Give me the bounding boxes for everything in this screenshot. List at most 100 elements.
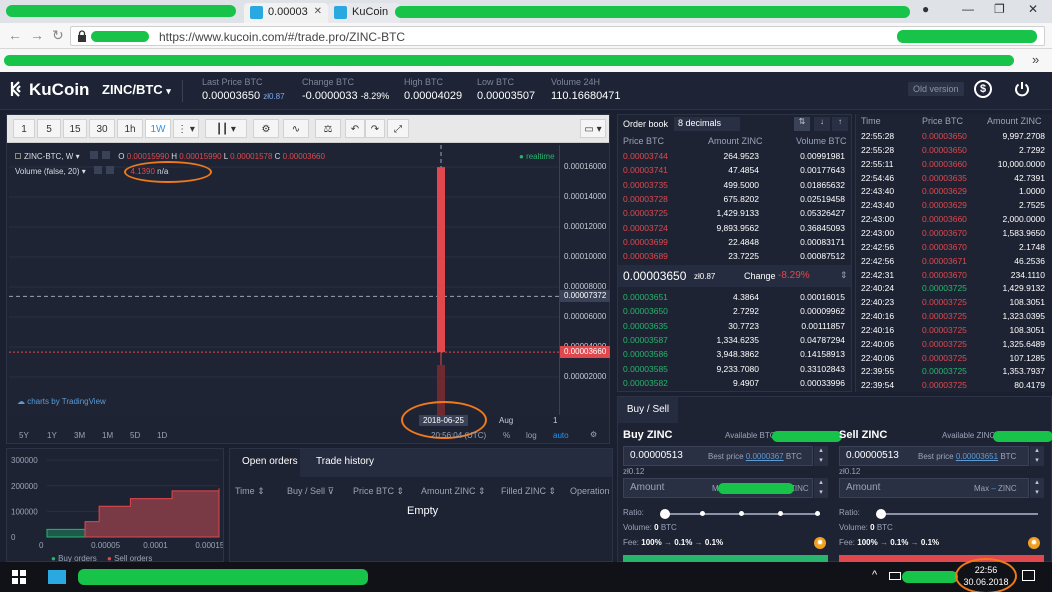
col-filled[interactable]: Filled ZINC ⇕	[501, 486, 556, 497]
fullscreen-icon[interactable]: ⤢	[387, 119, 409, 138]
range-1m[interactable]: 1M	[102, 431, 113, 440]
address-bar[interactable]: https://www.kucoin.com/#/trade.pro/ZINC-…	[70, 26, 1045, 46]
ask-row[interactable]: 0.00003741 47.4854 0.00177643	[618, 163, 851, 177]
col-price[interactable]: Price BTC ⇕	[353, 486, 404, 497]
bookmarks-overflow-icon[interactable]: »	[1032, 52, 1039, 67]
sell-amount-stepper[interactable]: ▴ ▾	[1030, 478, 1044, 498]
discount-badge-icon[interactable]: ✹	[1028, 537, 1040, 549]
col-time[interactable]: Time ⇕	[235, 486, 265, 497]
eye-icon[interactable]	[89, 151, 98, 159]
auto-toggle[interactable]: auto	[553, 431, 569, 440]
notification-icon[interactable]	[1022, 570, 1035, 581]
close-window-icon[interactable]: ✕	[1028, 2, 1038, 16]
sell-ratio-slider[interactable]	[876, 509, 1038, 519]
sell-price-input[interactable]: 0.00000513 Best price 0.00003651 BTC	[839, 446, 1029, 466]
settings-icon[interactable]	[106, 166, 115, 174]
back-icon[interactable]: ←	[8, 27, 22, 43]
bid-row[interactable]: 0.00003635 30.7723 0.00111857	[618, 319, 851, 333]
ask-row[interactable]: 0.00003735 499.5000 0.01865632	[618, 178, 851, 192]
slider-stop[interactable]	[778, 511, 783, 516]
percent-toggle[interactable]: %	[503, 431, 510, 440]
sell-max-link[interactable]: Max	[974, 484, 989, 493]
old-version-button[interactable]: Old version	[908, 82, 964, 96]
slider-stop[interactable]	[700, 511, 705, 516]
tradingview-credit[interactable]: ☁ charts by TradingView	[17, 397, 106, 406]
slider-handle[interactable]	[660, 509, 670, 519]
slider-handle[interactable]	[876, 509, 886, 519]
sell-price-stepper[interactable]: ▴ ▾	[1030, 446, 1044, 466]
browser-tab-kucoin[interactable]: KuCoin	[328, 3, 400, 23]
buy-ratio-slider[interactable]	[660, 509, 820, 519]
ask-row[interactable]: 0.00003744 264.9523 0.00991981	[618, 149, 851, 163]
close-icon[interactable]: ✕	[314, 6, 322, 17]
ask-row[interactable]: 0.00003728 675.8202 0.02519458	[618, 192, 851, 206]
interval-1[interactable]: 1	[13, 119, 35, 138]
buy-price-stepper[interactable]: ▴ ▾	[814, 446, 828, 466]
forward-icon[interactable]: →	[30, 27, 44, 43]
sell-amount-input[interactable]: Amount Max – ZINC	[839, 478, 1029, 498]
col-amount[interactable]: Amount ZINC ⇕	[421, 486, 486, 497]
view-asks-icon[interactable]: ↑	[832, 117, 848, 131]
ask-row[interactable]: 0.00003699 22.4848 0.00083171	[618, 235, 851, 249]
tab-open-orders[interactable]: Open orders	[242, 456, 298, 467]
collapse-icon[interactable]	[15, 153, 21, 159]
minimize-icon[interactable]: —	[962, 2, 974, 16]
gear-icon[interactable]: ⚙	[590, 430, 597, 439]
pair-selector[interactable]: ZINC/BTC ▾	[102, 82, 171, 97]
bid-row[interactable]: 0.00003587 1,334.6235 0.04787294	[618, 333, 851, 347]
discount-badge-icon[interactable]: ✹	[814, 537, 826, 549]
indicators-icon[interactable]: ∿	[283, 119, 309, 138]
interval-5[interactable]: 5	[37, 119, 61, 138]
sell-best-price[interactable]: 0.00003651	[956, 452, 998, 461]
tab-trade-history[interactable]: Trade history	[316, 456, 374, 467]
settings-gear-icon[interactable]: ⚙	[253, 119, 279, 138]
compare-icon[interactable]: ⚖	[315, 119, 341, 138]
range-1y[interactable]: 1Y	[47, 431, 57, 440]
candle-style-icon[interactable]: ┃┃ ▾	[205, 119, 247, 138]
dollar-icon[interactable]: $	[974, 80, 992, 98]
battery-icon[interactable]	[889, 572, 901, 580]
bid-row[interactable]: 0.00003586 3,948.3862 0.14158913	[618, 347, 851, 361]
redo-icon[interactable]: ↷	[365, 119, 385, 138]
log-toggle[interactable]: log	[526, 431, 537, 440]
buy-best-price[interactable]: 0.0000367	[746, 452, 784, 461]
ask-row[interactable]: 0.00003724 9,893.9562 0.36845093	[618, 221, 851, 235]
decimals-select[interactable]: 8 decimals	[674, 117, 740, 131]
bid-row[interactable]: 0.00003651 4.3864 0.00016015	[618, 290, 851, 304]
tab-buy-sell[interactable]: Buy / Sell	[618, 397, 678, 423]
bid-row[interactable]: 0.00003585 9,233.7080 0.33102843	[618, 362, 851, 376]
range-1d[interactable]: 1D	[157, 431, 167, 440]
interval-15[interactable]: 15	[63, 119, 87, 138]
buy-price-input[interactable]: 0.00000513 Best price 0.0000367 BTC	[623, 446, 813, 466]
time-axis[interactable]: 2018-06-25 Aug 1	[9, 401, 609, 439]
ask-row[interactable]: 0.00003725 1,429.9133 0.05326427	[618, 206, 851, 220]
settings-icon[interactable]	[102, 151, 111, 159]
price-axis[interactable]: 0.00016000 0.00014000 0.00012000 0.00010000…	[559, 145, 610, 415]
maximize-icon[interactable]: ❐	[994, 2, 1005, 16]
chart-plot-area[interactable]: ZINC-BTC, W ▾ O 0.00015990 H 0.00015990 …	[9, 145, 559, 415]
interval-1w[interactable]: 1W	[145, 119, 171, 138]
bid-row[interactable]: 0.00003582 9.4907 0.00033996	[618, 376, 851, 390]
power-icon[interactable]	[1013, 80, 1031, 98]
more-intervals-icon[interactable]: ⋮ ▾	[173, 119, 199, 138]
interval-30[interactable]: 30	[89, 119, 115, 138]
view-bids-icon[interactable]: ↓	[814, 117, 830, 131]
layout-icon[interactable]: ▭ ▾	[580, 119, 606, 138]
undo-icon[interactable]: ↶	[345, 119, 365, 138]
bid-row[interactable]: 0.00003650 2.7292 0.00009962	[618, 304, 851, 318]
view-both-icon[interactable]: ⇅	[794, 117, 810, 131]
windows-start-icon[interactable]	[12, 570, 26, 584]
tray-chevron-icon[interactable]: ^	[872, 569, 877, 581]
interval-1h[interactable]: 1h	[117, 119, 143, 138]
slider-stop[interactable]	[815, 511, 820, 516]
profile-icon[interactable]: ●	[922, 2, 929, 16]
reload-icon[interactable]: ↻	[52, 27, 64, 44]
buy-amount-stepper[interactable]: ▴ ▾	[814, 478, 828, 498]
eye-icon[interactable]	[93, 166, 102, 174]
browser-tab-active[interactable]: 0.00003 ✕	[244, 3, 328, 23]
col-side[interactable]: Buy / Sell ⊽	[287, 486, 334, 497]
candle-body[interactable]	[437, 167, 445, 353]
taskbar-app-icon[interactable]	[48, 570, 66, 584]
range-5d[interactable]: 5D	[130, 431, 140, 440]
ask-row[interactable]: 0.00003689 23.7225 0.00087512	[618, 249, 851, 263]
